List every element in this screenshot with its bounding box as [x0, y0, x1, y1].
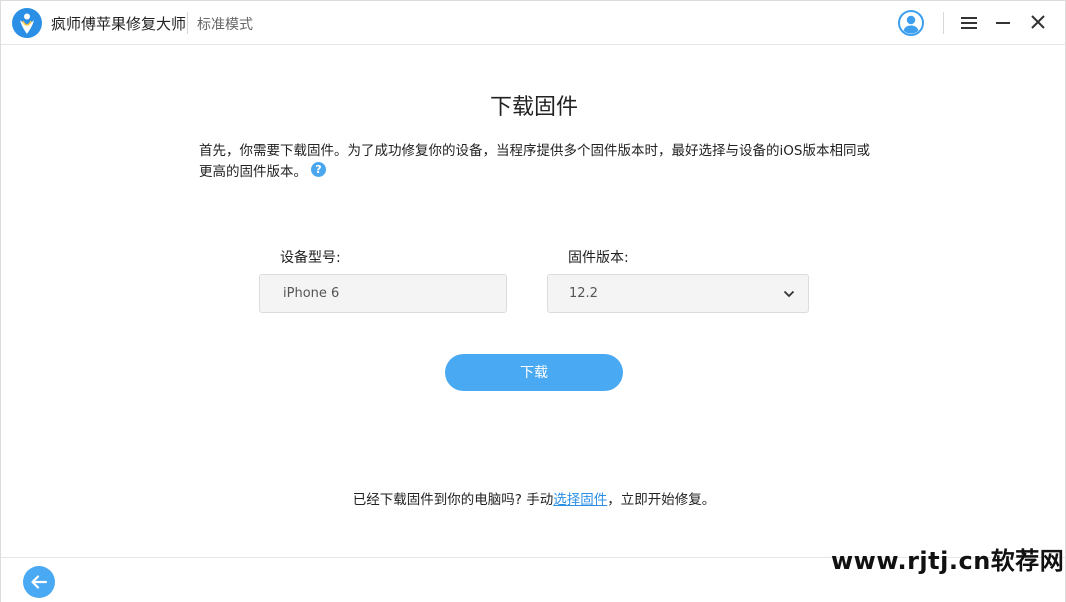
title-divider	[187, 12, 188, 34]
firmware-version-value: 12.2	[569, 286, 598, 301]
intro-text-content: 首先，你需要下载固件。为了成功修复你的设备，当程序提供多个固件版本时，最好选择与…	[199, 143, 870, 180]
help-icon[interactable]: ?	[311, 162, 326, 177]
manual-firmware-note: 已经下载固件到你的电脑吗? 手动选择固件，立即开始修复。	[1, 488, 1066, 508]
close-icon[interactable]	[1028, 12, 1048, 32]
title-bar: 疯师傅苹果修复大师 标准模式	[1, 1, 1065, 45]
menu-icon[interactable]	[959, 13, 979, 33]
footer-suffix: ，立即开始修复。	[607, 492, 716, 508]
arrow-left-icon	[31, 575, 48, 589]
device-model-field: iPhone 6	[259, 274, 507, 313]
device-model-label: 设备型号:	[280, 250, 341, 266]
system-divider	[943, 12, 944, 34]
user-avatar-icon[interactable]	[898, 10, 924, 36]
chevron-down-icon	[783, 290, 795, 298]
app-window: 疯师傅苹果修复大师 标准模式 下载固件 首先，你需要下载固件。为了成功修复你的设…	[0, 0, 1066, 602]
firmware-version-label: 固件版本:	[568, 250, 629, 266]
page-title: 下载固件	[489, 95, 578, 120]
intro-text: 首先，你需要下载固件。为了成功修复你的设备，当程序提供多个固件版本时，最好选择与…	[199, 141, 879, 183]
mode-label: 标准模式	[197, 17, 253, 33]
minimize-icon[interactable]	[993, 13, 1013, 33]
device-model-value: iPhone 6	[283, 286, 340, 301]
firmware-version-select[interactable]: 12.2	[547, 274, 809, 313]
footer-prefix: 已经下载固件到你的电脑吗? 手动	[352, 492, 554, 508]
select-firmware-link[interactable]: 选择固件	[553, 492, 607, 508]
download-button[interactable]: 下载	[445, 354, 623, 391]
back-button[interactable]	[23, 566, 55, 598]
watermark-text: www.rjtj.cn软荐网	[831, 547, 1065, 575]
app-logo-icon	[12, 8, 42, 38]
app-name: 疯师傅苹果修复大师	[51, 15, 187, 33]
